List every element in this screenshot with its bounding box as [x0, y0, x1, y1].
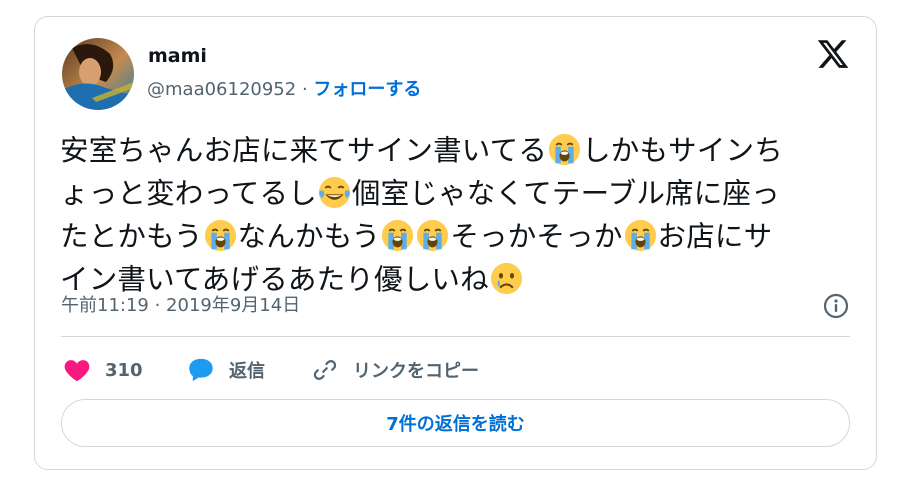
tweet-text-segment: しかもサインち: [582, 134, 783, 167]
tweet-text-segment: ょっと変わってるし: [60, 177, 317, 210]
like-count: 310: [105, 359, 143, 381]
info-icon[interactable]: [823, 293, 849, 319]
user-handle-row: @maa06120952 · フォローする: [147, 78, 421, 102]
tweet-timestamp[interactable]: 午前11:19 · 2019年9月14日: [61, 294, 300, 318]
tweet-card: mami @maa06120952 · フォローする 安室ちゃんお店に来てサイン…: [34, 16, 877, 470]
heart-icon: [64, 360, 90, 382]
separator: ·: [296, 79, 314, 100]
divider: [61, 336, 850, 337]
tweet-text: 安室ちゃんお店に来てサイン書いてる しかもサインちょっと変わってるし 個室じゃなくて…: [60, 129, 860, 301]
tweet-text-segment: 個室じゃなくてテーブル席に座っ: [351, 177, 780, 210]
user-name[interactable]: mami: [148, 44, 207, 68]
tweet-text-segment: 安室ちゃんお店に来てサイン書いてる: [60, 134, 548, 167]
loudly-crying-face-emoji-icon: [624, 219, 657, 252]
tweet-text-segment: なんかもう: [237, 220, 381, 253]
loudly-crying-face-emoji-icon: [548, 133, 581, 166]
avatar-image: [62, 38, 134, 110]
loudly-crying-face-emoji-icon: [381, 219, 414, 252]
reply-button[interactable]: 返信: [187, 356, 265, 384]
face-with-tears-of-joy-emoji-icon: [318, 176, 351, 209]
crying-face-emoji-icon: [490, 262, 523, 295]
like-button[interactable]: 310: [63, 356, 143, 384]
read-replies-label: 7件の返信を読む: [386, 414, 525, 435]
read-replies-button[interactable]: 7件の返信を読む: [61, 399, 850, 447]
link-icon: [313, 360, 337, 380]
tweet-text-segment: お店にサ: [657, 220, 773, 253]
x-logo-icon[interactable]: [816, 37, 850, 71]
speech-bubble-icon: [189, 358, 213, 382]
copy-link-button[interactable]: リンクをコピー: [311, 356, 479, 384]
tweet-text-segment: たとかもう: [60, 220, 203, 253]
user-handle[interactable]: @maa06120952: [147, 79, 296, 100]
avatar[interactable]: [62, 38, 134, 110]
follow-link[interactable]: フォローする: [313, 79, 421, 100]
tweet-text-segment: そっかそっか: [450, 220, 623, 253]
loudly-crying-face-emoji-icon: [204, 219, 237, 252]
reply-label: 返信: [229, 361, 265, 382]
copy-link-label: リンクをコピー: [353, 361, 479, 382]
tweet-text-segment: イン書いてあげるあたり優しいね: [60, 263, 489, 296]
loudly-crying-face-emoji-icon: [416, 219, 449, 252]
